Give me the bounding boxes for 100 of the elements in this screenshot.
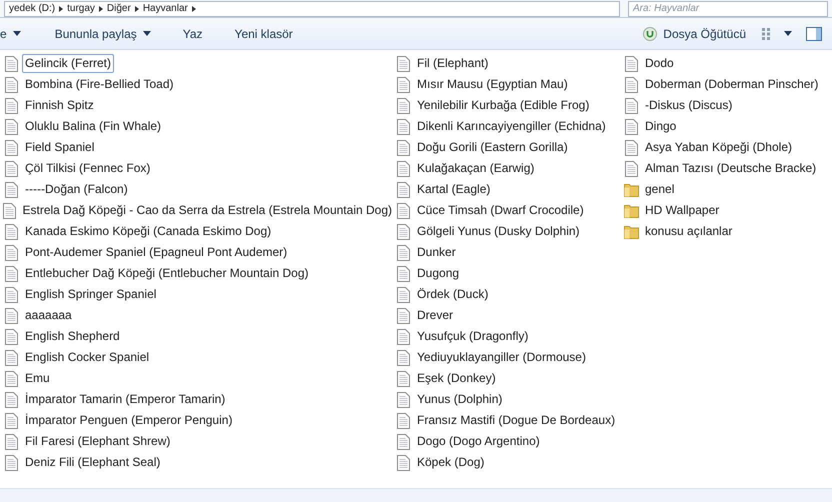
file-item[interactable]: Gölgeli Yunus (Dusky Dolphin)	[414, 222, 583, 241]
file-item[interactable]: Pont-Audemer Spaniel (Epagneul Pont Audemer)	[22, 243, 290, 262]
file-item[interactable]: Doğu Gorili (Eastern Gorilla)	[414, 138, 571, 157]
address-bar[interactable]: yedek (D:) turgay Diğer Hayvanlar	[4, 0, 620, 16]
file-item[interactable]: Deniz Fili (Elephant Seal)	[22, 453, 164, 472]
document-icon	[4, 98, 18, 114]
file-item[interactable]: Dunker	[414, 243, 459, 262]
folder-item[interactable]: konusu açılanlar	[642, 222, 736, 241]
folder-item[interactable]: genel	[642, 180, 678, 199]
document-icon	[624, 160, 638, 176]
file-item[interactable]: Ördek (Duck)	[414, 285, 492, 304]
file-item[interactable]: Kartal (Eagle)	[414, 180, 494, 199]
file-item[interactable]: Alman Tazısı (Deutsche Bracke)	[642, 159, 820, 178]
document-icon	[396, 392, 410, 408]
document-icon	[396, 308, 410, 324]
file-item[interactable]: Drever	[414, 306, 456, 325]
file-item[interactable]: -Diskus (Discus)	[642, 96, 736, 115]
file-item[interactable]: Asya Yaban Köpeği (Dhole)	[642, 138, 795, 157]
file-item[interactable]: Dikenli Karıncayiyengiller (Echidna)	[414, 117, 609, 136]
document-icon	[624, 76, 638, 92]
file-item[interactable]: Dodo	[642, 54, 677, 73]
file-item[interactable]: Dingo	[642, 117, 680, 136]
document-icon	[396, 434, 410, 450]
pane-icon	[806, 26, 822, 40]
document-icon	[3, 202, 16, 218]
file-item[interactable]: Entlebucher Dağ Köpeği (Entlebucher Mountain Dog)	[22, 264, 312, 283]
breadcrumb-item[interactable]: turgay	[67, 4, 95, 14]
document-icon	[4, 244, 18, 260]
file-item[interactable]: Yediuyuklayangiller (Dormouse)	[414, 348, 589, 367]
document-icon	[396, 76, 410, 92]
toolbar-button[interactable]: e	[0, 22, 39, 46]
document-icon	[4, 286, 18, 302]
file-item[interactable]: Gelincik (Ferret)	[22, 54, 114, 73]
file-item[interactable]: Çöl Tilkisi (Fennec Fox)	[22, 159, 154, 178]
file-item[interactable]: Dugong	[414, 264, 462, 283]
file-item[interactable]: Fransız Mastifi (Dogue De Bordeaux)	[414, 411, 618, 430]
document-icon	[396, 412, 410, 428]
document-icon	[396, 350, 410, 366]
document-icon	[624, 140, 638, 156]
folder-icon	[624, 203, 638, 218]
file-item[interactable]: Doberman (Doberman Pinscher)	[642, 75, 822, 94]
file-item[interactable]: Dogo (Dogo Argentino)	[414, 432, 543, 451]
document-icon	[396, 328, 410, 344]
document-icon	[4, 434, 18, 450]
document-icon	[396, 224, 410, 240]
document-icon	[624, 98, 638, 114]
file-item[interactable]: Bombina (Fire-Bellied Toad)	[22, 75, 177, 94]
document-icon	[396, 140, 410, 156]
dosya-ogutucu-button[interactable]: Dosya Öğütücü	[639, 22, 750, 46]
caret-icon	[12, 31, 21, 36]
chevron-icon	[98, 6, 103, 12]
document-icon	[396, 98, 410, 114]
file-item[interactable]: İmparator Penguen (Emperor Penguin)	[22, 411, 236, 430]
chevron-icon	[192, 6, 196, 12]
file-item[interactable]: Emu	[22, 369, 53, 388]
file-item[interactable]: Mısır Mausu (Egyptian Mau)	[414, 75, 571, 94]
file-item[interactable]: English Springer Spaniel	[22, 285, 160, 304]
document-icon	[396, 202, 410, 218]
file-item[interactable]: İmparator Tamarin (Emperor Tamarin)	[22, 390, 228, 409]
caret-icon	[142, 31, 151, 36]
file-item[interactable]: Kulağakaçan (Earwig)	[414, 159, 538, 178]
file-item[interactable]: Oluklu Balina (Fin Whale)	[22, 117, 164, 136]
file-item[interactable]: aaaaaaa	[22, 306, 75, 325]
file-item[interactable]: Eşek (Donkey)	[414, 369, 499, 388]
file-item[interactable]: Cüce Timsah (Dwarf Crocodile)	[414, 201, 587, 220]
file-item[interactable]: Yenilebilir Kurbağa (Edible Frog)	[414, 96, 592, 115]
file-item[interactable]: Kanada Eskimo Köpeği (Canada Eskimo Dog)	[22, 222, 274, 241]
folder-item[interactable]: HD Wallpaper	[642, 201, 722, 220]
file-item[interactable]: Fil (Elephant)	[414, 54, 492, 73]
breadcrumb-item[interactable]: yedek (D:)	[9, 4, 56, 14]
file-item[interactable]: Estrela Dağ Köpeği - Cao da Serra da Estrela (Estrela Mountain Dog)	[19, 201, 395, 220]
file-item[interactable]: -----Doğan (Falcon)	[22, 180, 131, 199]
toolbar-button[interactable]: Yaz	[166, 22, 219, 46]
file-item[interactable]: Köpek (Dog)	[414, 453, 488, 472]
folder-icon	[624, 224, 638, 239]
document-icon	[4, 182, 18, 198]
file-item[interactable]: Yunus (Dolphin)	[414, 390, 506, 409]
chevron-icon	[134, 6, 139, 12]
file-item[interactable]: Finnish Spitz	[22, 96, 97, 115]
toolbar-button[interactable]: Yeni klasör	[218, 22, 309, 46]
document-icon	[396, 160, 410, 176]
document-icon	[4, 412, 18, 428]
file-item[interactable]: English Shepherd	[22, 327, 123, 346]
document-icon	[396, 266, 410, 282]
document-icon	[4, 370, 18, 386]
breadcrumb-item[interactable]: Diğer	[106, 4, 131, 14]
file-item[interactable]: English Cocker Spaniel	[22, 348, 152, 367]
file-item[interactable]: Field Spaniel	[22, 138, 98, 157]
document-icon	[4, 350, 18, 366]
document-icon	[396, 182, 410, 198]
file-item[interactable]: Fil Faresi (Elephant Shrew)	[22, 432, 174, 451]
document-icon	[396, 118, 410, 134]
document-icon	[4, 76, 18, 92]
toolbar-button[interactable]: Bununla paylaş	[38, 22, 167, 46]
breadcrumb-item[interactable]: Hayvanlar	[142, 4, 188, 14]
document-icon	[4, 118, 18, 134]
document-icon	[624, 118, 638, 134]
document-icon	[396, 286, 410, 302]
document-icon	[4, 140, 18, 156]
file-item[interactable]: Yusufçuk (Dragonfly)	[414, 327, 532, 346]
